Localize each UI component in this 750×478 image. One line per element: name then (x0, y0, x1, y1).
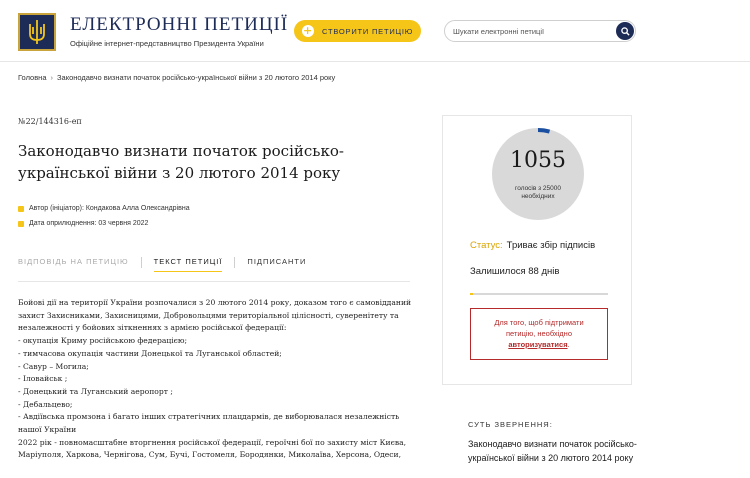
site-subtitle: Офіційне інтернет-представництво Президе… (70, 39, 264, 48)
signature-progress-circle (492, 128, 584, 220)
body-paragraph: 2022 рік - повномасштабне вторгнення рос… (18, 437, 407, 460)
tabs-divider (18, 281, 410, 282)
tab-divider (140, 257, 142, 268)
date-meta: Дата оприлюднення: 03 червня 2022 (18, 220, 148, 227)
body-paragraph: - Авдіївська промзона і багато інших стр… (18, 412, 400, 435)
site-header: ЕЛЕКТРОННІ ПЕТИЦІЇ Офіційне інтернет-пре… (0, 0, 750, 62)
summary-text: Законодавчо визнати початок російсько-ук… (468, 439, 637, 463)
petition-number: №22/144316-еп (18, 117, 82, 126)
petition-status: Статус: Триває збір підписів (470, 240, 595, 251)
search-icon (620, 26, 630, 36)
body-paragraph: - тимчасова окупація частини Донецької т… (18, 348, 282, 358)
author-text: Автор (ініціатор): Кондакова Алла Олекса… (29, 205, 190, 212)
signature-panel: 1055 голосів з 25000 необхідних Статус: Т… (442, 115, 632, 385)
days-remaining: Залишилося 88 днів (470, 266, 560, 277)
body-paragraph: - окупація Криму російською федерацією; (18, 336, 188, 346)
auth-text-line: Для того, щоб підтримати (494, 318, 584, 327)
auth-end: . (567, 340, 570, 349)
breadcrumb-home-link[interactable]: Головна (18, 73, 47, 82)
body-paragraph: - Дебальцево; (18, 399, 73, 409)
create-petition-button[interactable]: + СТВОРИТИ ПЕТИЦІЮ (294, 20, 421, 42)
count-label-line: необхідних (521, 193, 555, 200)
search-input[interactable] (453, 25, 603, 38)
create-petition-label: СТВОРИТИ ПЕТИЦІЮ (322, 26, 414, 36)
tab-response: ВІДПОВІДЬ НА ПЕТИЦІЮ (18, 257, 129, 266)
auth-link[interactable]: авторизуватися (508, 340, 567, 349)
search-button[interactable] (616, 22, 634, 40)
body-paragraph: Бойові дії на території України розпочал… (18, 298, 412, 333)
petition-tabs: ВІДПОВІДЬ НА ПЕТИЦІЮ ТЕКСТ ПЕТИЦІЇ ПІДПИ… (18, 257, 332, 272)
trident-emblem-icon[interactable] (18, 13, 56, 51)
auth-notice: Для того, щоб підтримати петицію, необхі… (470, 308, 608, 360)
body-paragraph: - Савур – Могила; (18, 361, 89, 371)
date-text: Дата оприлюднення: 03 червня 2022 (29, 220, 149, 227)
count-label-line: голосів з 25000 (515, 185, 561, 192)
summary-label: СУТЬ ЗВЕРНЕННЯ: (468, 420, 553, 429)
tab-petition-text[interactable]: ТЕКСТ ПЕТИЦІЇ (153, 257, 223, 272)
plus-icon: + (302, 24, 314, 37)
tab-divider (234, 257, 236, 268)
days-progress-fill (470, 293, 473, 295)
signature-count-label: голосів з 25000 необхідних (443, 185, 633, 201)
search-box (444, 20, 636, 42)
petition-body: Бойові дії на території України розпочал… (18, 297, 413, 462)
tab-signatories[interactable]: ПІДПИСАНТИ (247, 257, 306, 272)
site-title[interactable]: ЕЛЕКТРОННІ ПЕТИЦІЇ (70, 14, 288, 36)
status-value: Триває збір підписів (506, 240, 596, 251)
days-progress-bar (470, 293, 608, 295)
body-paragraph: - Донецький та Луганський аеропорт ; (18, 386, 173, 396)
status-label: Статус: (470, 240, 503, 251)
auth-text-line: петицію, необхідно (506, 329, 572, 338)
signature-count: 1055 (510, 148, 566, 173)
breadcrumb-current: Законодавчо визнати початок російсько-ук… (57, 73, 336, 82)
breadcrumb-separator: › (50, 73, 54, 82)
author-meta: Автор (ініціатор): Кондакова Алла Олекса… (18, 205, 190, 212)
body-paragraph: - Іловайськ ; (18, 374, 68, 384)
calendar-icon (18, 220, 24, 227)
breadcrumb: Головна › Законодавчо визнати початок росі… (18, 73, 335, 82)
page-title: Законодавчо визнати початок російсько-ук… (18, 142, 344, 182)
user-icon (18, 205, 24, 212)
